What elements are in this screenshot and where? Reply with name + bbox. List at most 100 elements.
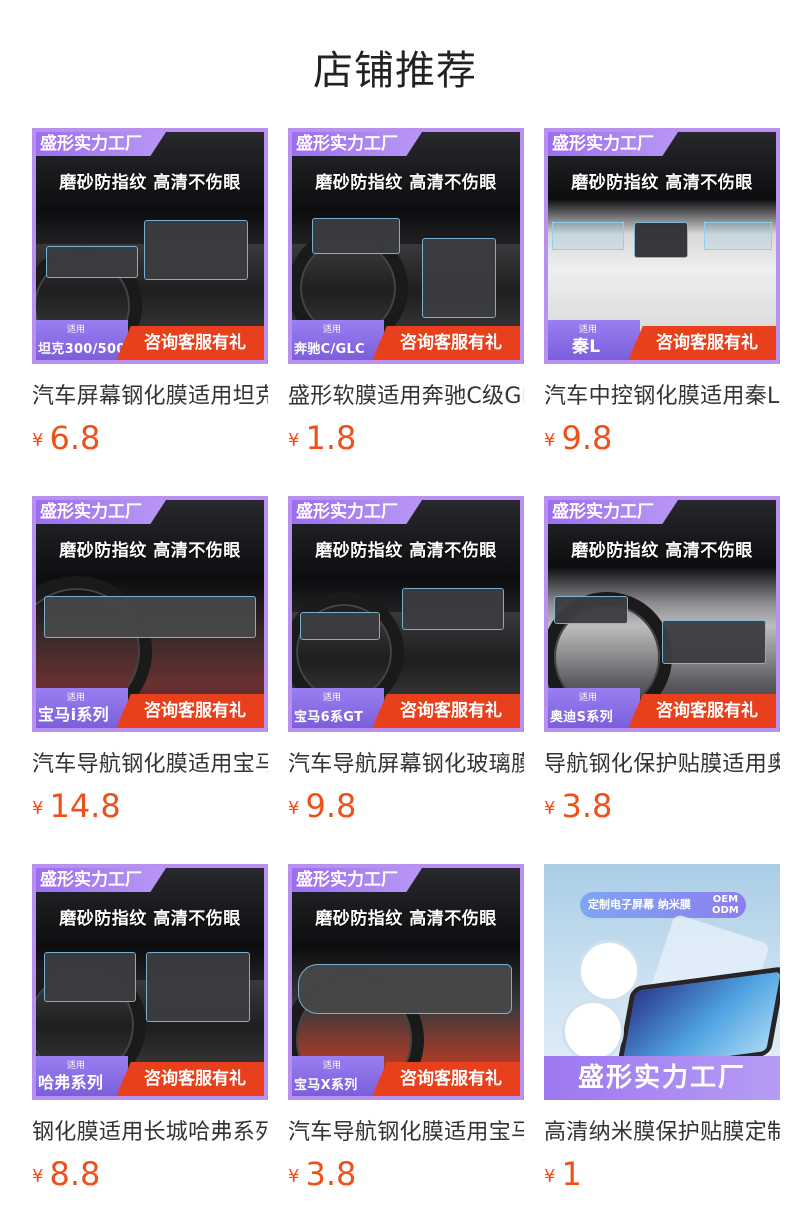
product-card[interactable]: 盛形实力工厂 磨砂防指纹 高清不伤眼 适用 宝马6系GT 咨询客服有礼 汽车导航… <box>288 496 524 827</box>
price-value: 8.8 <box>49 1155 101 1193</box>
product-name[interactable]: 钢化膜适用长城哈弗系列 <box>32 1114 268 1146</box>
model-label: 奔驰C/GLC <box>294 342 365 357</box>
oem-label: OEM <box>712 894 739 905</box>
currency-symbol: ¥ <box>32 430 44 451</box>
factory-badge: 盛形实力工厂 <box>292 500 422 524</box>
product-image[interactable]: 盛形实力工厂 磨砂防指纹 高清不伤眼 适用 奥迪S系列 咨询客服有礼 <box>544 496 780 732</box>
product-image[interactable]: 盛形实力工厂 磨砂防指纹 高清不伤眼 适用 宝马X系列 咨询客服有礼 <box>288 864 524 1100</box>
tagline: 磨砂防指纹 高清不伤眼 <box>59 909 241 929</box>
currency-symbol: ¥ <box>544 1166 556 1187</box>
product-card[interactable]: 盛形实力工厂 磨砂防指纹 高清不伤眼 适用 奔驰C/GLC 咨询客服有礼 盛形软… <box>288 128 524 459</box>
product-image[interactable]: 盛形实力工厂 磨砂防指纹 高清不伤眼 适用 坦克300/500 咨询客服有礼 <box>32 128 268 364</box>
consult-cta[interactable]: 咨询客服有礼 <box>116 1062 264 1096</box>
factory-badge: 盛形实力工厂 <box>36 132 166 156</box>
factory-badge: 盛形实力工厂 <box>36 500 166 524</box>
factory-badge: 盛形实力工厂 <box>292 868 422 892</box>
oem-odm-label: OEM ODM <box>712 894 739 916</box>
product-card[interactable]: 盛形实力工厂 磨砂防指纹 高清不伤眼 适用 宝马X系列 咨询客服有礼 汽车导航钢… <box>288 864 524 1195</box>
fit-label: 适用 <box>322 1061 341 1071</box>
model-badge: 适用 坦克300/500 <box>36 320 128 360</box>
product-card[interactable]: 盛形实力工厂 磨砂防指纹 高清不伤眼 适用 秦L 咨询客服有礼 汽车中控钢化膜适… <box>544 128 780 459</box>
model-badge: 适用 奔驰C/GLC <box>292 320 384 360</box>
product-image[interactable]: 盛形实力工厂 磨砂防指纹 高清不伤眼 适用 奔驰C/GLC 咨询客服有礼 <box>288 128 524 364</box>
product-image[interactable]: 盛形实力工厂 磨砂防指纹 高清不伤眼 适用 秦L 咨询客服有礼 <box>544 128 780 364</box>
product-image[interactable]: 定制电子屏幕 纳米膜 OEM ODM 盛形实力工厂 <box>544 864 780 1100</box>
model-badge: 适用 秦L <box>548 320 640 360</box>
factory-badge: 盛形实力工厂 <box>548 500 678 524</box>
odm-label: ODM <box>712 905 739 916</box>
product-image[interactable]: 盛形实力工厂 磨砂防指纹 高清不伤眼 适用 宝马6系GT 咨询客服有礼 <box>288 496 524 732</box>
currency-symbol: ¥ <box>32 1166 44 1187</box>
consult-cta[interactable]: 咨询客服有礼 <box>372 1062 520 1096</box>
currency-symbol: ¥ <box>544 798 556 819</box>
fit-label: 适用 <box>578 693 597 703</box>
fit-label: 适用 <box>322 693 341 703</box>
currency-symbol: ¥ <box>288 798 300 819</box>
product-card[interactable]: 盛形实力工厂 磨砂防指纹 高清不伤眼 适用 奥迪S系列 咨询客服有礼 导航钢化保… <box>544 496 780 827</box>
consult-cta[interactable]: 咨询客服有礼 <box>628 694 776 728</box>
factory-badge: 盛形实力工厂 <box>548 132 678 156</box>
model-badge: 适用 宝马i系列 <box>36 688 128 728</box>
price-value: 6.8 <box>49 419 101 457</box>
product-card[interactable]: 定制电子屏幕 纳米膜 OEM ODM 盛形实力工厂 高清纳米膜保护贴膜定制 ¥1 <box>544 864 780 1195</box>
product-name[interactable]: 汽车屏幕钢化膜适用坦克300/500 <box>32 378 268 410</box>
product-price: ¥9.8 <box>544 420 780 459</box>
product-name[interactable]: 汽车中控钢化膜适用秦L <box>544 378 780 410</box>
product-card[interactable]: 盛形实力工厂 磨砂防指纹 高清不伤眼 适用 坦克300/500 咨询客服有礼 汽… <box>32 128 268 459</box>
model-label: 秦L <box>572 337 601 357</box>
product-price: ¥6.8 <box>32 420 268 459</box>
model-label: 宝马X系列 <box>294 1078 358 1093</box>
consult-cta[interactable]: 咨询客服有礼 <box>116 694 264 728</box>
consult-cta[interactable]: 咨询客服有礼 <box>628 326 776 360</box>
price-value: 3.8 <box>561 787 613 825</box>
consult-cta[interactable]: 咨询客服有礼 <box>372 694 520 728</box>
phone-inset <box>562 1000 624 1062</box>
product-name[interactable]: 高清纳米膜保护贴膜定制 <box>544 1114 780 1146</box>
consult-cta[interactable]: 咨询客服有礼 <box>372 326 520 360</box>
tagline: 磨砂防指纹 高清不伤眼 <box>571 541 753 561</box>
product-card[interactable]: 盛形实力工厂 磨砂防指纹 高清不伤眼 适用 哈弗系列 咨询客服有礼 钢化膜适用长… <box>32 864 268 1195</box>
model-badge: 适用 宝马X系列 <box>292 1056 384 1096</box>
product-name[interactable]: 导航钢化保护贴膜适用奥迪 <box>544 746 780 778</box>
product-price: ¥8.8 <box>32 1156 268 1195</box>
currency-symbol: ¥ <box>288 430 300 451</box>
product-name[interactable]: 汽车导航钢化膜适用宝马X系列 <box>288 1114 524 1146</box>
currency-symbol: ¥ <box>288 1166 300 1187</box>
page-title: 店铺推荐 <box>313 48 477 94</box>
product-image[interactable]: 盛形实力工厂 磨砂防指纹 高清不伤眼 适用 哈弗系列 咨询客服有礼 <box>32 864 268 1100</box>
product-name[interactable]: 汽车导航屏幕钢化玻璃膜 <box>288 746 524 778</box>
factory-badge: 盛形实力工厂 <box>292 132 422 156</box>
price-value: 1 <box>561 1155 582 1193</box>
model-badge: 适用 宝马6系GT <box>292 688 384 728</box>
tagline: 磨砂防指纹 高清不伤眼 <box>315 173 497 193</box>
tagline: 磨砂防指纹 高清不伤眼 <box>315 541 497 561</box>
model-label: 宝马6系GT <box>294 710 364 725</box>
price-value: 14.8 <box>49 787 121 825</box>
factory-footer: 盛形实力工厂 <box>544 1056 780 1100</box>
currency-symbol: ¥ <box>32 798 44 819</box>
product-image[interactable]: 盛形实力工厂 磨砂防指纹 高清不伤眼 适用 宝马i系列 咨询客服有礼 <box>32 496 268 732</box>
price-value: 3.8 <box>305 1155 357 1193</box>
product-price: ¥3.8 <box>544 788 780 827</box>
tagline: 磨砂防指纹 高清不伤眼 <box>571 173 753 193</box>
model-label: 奥迪S系列 <box>550 710 613 725</box>
product-price: ¥1 <box>544 1156 780 1195</box>
model-label: 哈弗系列 <box>38 1073 104 1092</box>
product-name[interactable]: 汽车导航钢化膜适用宝马i系列 <box>32 746 268 778</box>
consult-cta[interactable]: 咨询客服有礼 <box>116 326 264 360</box>
model-label: 坦克300/500 <box>38 342 126 357</box>
model-badge: 适用 哈弗系列 <box>36 1056 128 1096</box>
price-value: 9.8 <box>561 419 613 457</box>
fit-label: 适用 <box>322 325 341 335</box>
product-price: ¥14.8 <box>32 788 268 827</box>
price-value: 1.8 <box>305 419 357 457</box>
tagline: 磨砂防指纹 高清不伤眼 <box>59 541 241 561</box>
fit-label: 适用 <box>66 325 85 335</box>
product-price: ¥1.8 <box>288 420 524 459</box>
product-name[interactable]: 盛形软膜适用奔驰C级GLC <box>288 378 524 410</box>
product-card[interactable]: 盛形实力工厂 磨砂防指纹 高清不伤眼 适用 宝马i系列 咨询客服有礼 汽车导航钢… <box>32 496 268 827</box>
model-label: 宝马i系列 <box>38 705 109 724</box>
tagline: 磨砂防指纹 高清不伤眼 <box>315 909 497 929</box>
console-inset <box>578 940 640 1002</box>
factory-badge: 盛形实力工厂 <box>36 868 166 892</box>
